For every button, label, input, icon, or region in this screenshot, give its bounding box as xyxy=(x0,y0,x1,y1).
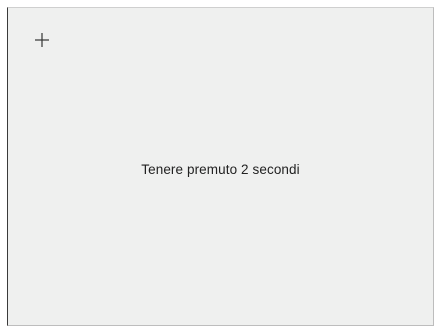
add-button[interactable] xyxy=(32,30,52,50)
plus-icon xyxy=(32,30,52,50)
touch-screen-panel[interactable]: Tenere premuto 2 secondi xyxy=(7,7,434,326)
instruction-text: Tenere premuto 2 secondi xyxy=(141,162,300,177)
